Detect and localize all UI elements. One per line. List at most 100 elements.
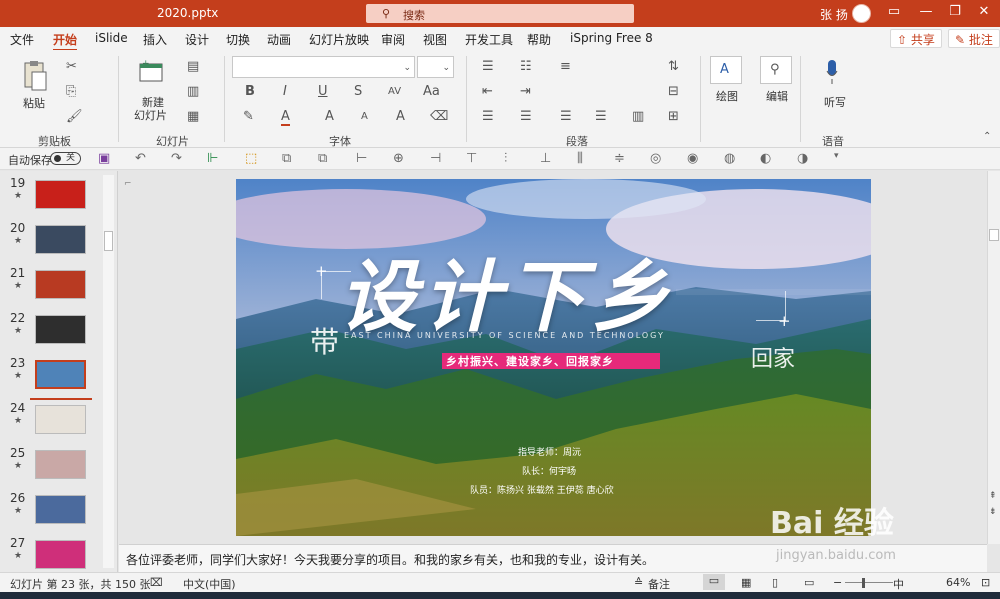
align-tool-icon[interactable]: ⊩ [207,151,218,166]
fit-slide-icon[interactable]: ⊡ [981,576,990,589]
new-slide-icon[interactable]: + [138,59,164,84]
tab-view[interactable]: 视图 [423,31,447,48]
comment-button[interactable]: ✎ 批注 [948,29,1000,48]
undo-icon[interactable]: ↶ [135,151,146,166]
ribbon-display-options-icon[interactable]: ▭ [885,4,903,19]
edit-label[interactable]: 编辑 [766,88,788,104]
shape-fragment-icon[interactable]: ◍ [724,151,735,166]
smartart-icon[interactable]: ⊞ [668,110,679,124]
align-center-icon[interactable]: ☰ [520,110,532,124]
reading-view-icon[interactable]: ▯ [772,576,778,589]
slide-vertical-scrollbar[interactable]: ⇞ ⇟ [987,171,1000,544]
highlight-icon[interactable]: ✎ [243,110,254,124]
increase-font-icon[interactable]: A [325,110,334,124]
distribute-v-tool-icon[interactable]: ≑ [614,151,625,166]
search-box[interactable]: ⚲ 搜索 [366,4,634,23]
slide-canvas[interactable]: + + 设计下乡 带 回家 EAST CHINA UNIVERSITY OF S… [236,179,871,536]
slide-thumbnail[interactable] [35,450,86,479]
slide-thumbnail[interactable] [35,495,86,524]
align-middle-tool-icon[interactable]: ⫶ [504,151,507,166]
paste-label[interactable]: 粘贴 [23,95,45,111]
align-right-icon[interactable]: ☰ [560,110,572,124]
layout-icon[interactable]: ▤ [187,60,199,74]
normal-view-icon[interactable]: ▭ [703,574,725,590]
align-text-icon[interactable]: ⊟ [668,85,679,99]
notes-icon[interactable]: ≙ [634,576,643,589]
dictate-label[interactable]: 听写 [824,94,846,110]
align-bottom-tool-icon[interactable]: ⊥ [540,151,551,166]
font-name-dropdown[interactable]: ⌄ [232,56,415,78]
bold-icon[interactable]: B [245,85,255,99]
clear-format-icon[interactable]: A [396,110,405,124]
tab-islide[interactable]: iSlide [95,31,128,45]
slide-thumbnail[interactable] [35,180,86,209]
clear-formatting-eraser-icon[interactable]: ⌫ [430,110,448,124]
ungroup-tool-icon[interactable]: ⧉ [318,151,327,166]
new-slide-label-2[interactable]: 幻灯片 [134,107,167,123]
zoom-level[interactable]: 64% [946,576,970,589]
minimize-button[interactable]: — [917,4,935,19]
zoom-slider[interactable] [845,582,893,583]
align-left-icon[interactable]: ☰ [482,110,494,124]
increase-indent-icon[interactable]: ⇥ [520,85,531,99]
slide-thumbnail[interactable] [35,405,86,434]
shape-union-icon[interactable]: ◎ [650,151,661,166]
user-name[interactable]: 张 扬 [820,6,848,23]
numbering-icon[interactable]: ☷ [520,60,532,74]
section-icon[interactable]: ▦ [187,110,199,124]
align-right-tool-icon[interactable]: ⊣ [430,151,441,166]
notes-toggle[interactable]: 备注 [648,576,670,592]
notes-text[interactable]: 各位评委老师，同学们大家好！今天我要分享的项目。和我的家乡有关，也和我的专业，设… [126,551,654,568]
edit-icon[interactable]: ⚲ [760,56,792,84]
bullets-icon[interactable]: ☰ [482,60,494,74]
shape-intersect-icon[interactable]: ◐ [760,151,771,166]
format-painter-icon[interactable]: 🖌 [66,110,83,124]
copy-icon[interactable]: ⎘ [66,85,76,99]
line-spacing-icon[interactable]: ≡ [560,60,571,74]
font-color-icon[interactable]: A [281,110,290,126]
avatar[interactable] [852,4,871,23]
microphone-icon[interactable] [826,60,838,84]
slide-thumbnail[interactable] [35,540,86,569]
text-direction-icon[interactable]: ⇅ [668,60,679,74]
cut-icon[interactable]: ✂ [66,60,77,74]
decrease-indent-icon[interactable]: ⇤ [482,85,493,99]
ime-indicator[interactable]: 中 [893,576,904,592]
tab-transitions[interactable]: 切换 [226,31,250,48]
thumbnail-scrollbar-thumb[interactable] [104,231,113,251]
share-button[interactable]: ⇧ 共享 [890,29,942,48]
justify-icon[interactable]: ☰ [595,110,607,124]
tab-slideshow[interactable]: 幻灯片放映 [309,31,369,48]
reset-icon[interactable]: ▥ [187,85,199,99]
next-slide-icon[interactable]: ⇟ [989,505,997,519]
tab-developer[interactable]: 开发工具 [465,31,513,48]
draw-icon[interactable]: A [710,56,742,84]
paste-icon[interactable] [20,60,48,92]
pane-collapse-icon[interactable]: ⌐ [124,177,132,191]
align-center-tool-icon[interactable]: ⊕ [393,151,404,166]
tab-file[interactable]: 文件 [10,31,34,48]
distribute-h-tool-icon[interactable]: ⫼ [577,151,583,166]
redo-icon[interactable]: ↷ [171,151,182,166]
slideshow-icon[interactable]: ▭ [804,576,814,589]
select-tool-icon[interactable]: ⬚ [245,151,257,166]
collapse-ribbon-icon[interactable]: ⌃ [983,130,991,144]
tab-animations[interactable]: 动画 [267,31,291,48]
slide-thumbnail-selected[interactable] [35,360,86,389]
align-left-tool-icon[interactable]: ⊢ [356,151,367,166]
align-top-tool-icon[interactable]: ⊤ [466,151,477,166]
shape-subtract-icon[interactable]: ◑ [797,151,808,166]
accessibility-icon[interactable]: ⌧ [150,576,163,589]
close-button[interactable]: ✕ [975,4,993,19]
language-indicator[interactable]: 中文(中国) [183,576,236,592]
restore-button[interactable]: ❐ [946,4,964,19]
zoom-out-icon[interactable]: − [833,576,842,589]
columns-icon[interactable]: ▥ [632,110,644,124]
zoom-slider-thumb[interactable] [862,578,865,588]
font-size-dropdown[interactable]: ⌄ [417,56,454,78]
slide-thumbnail[interactable] [35,270,86,299]
prev-slide-icon[interactable]: ⇞ [989,489,997,503]
strikethrough-icon[interactable]: S [354,85,362,99]
char-spacing-icon[interactable]: AV [388,85,401,99]
decrease-font-icon[interactable]: A [361,110,368,124]
